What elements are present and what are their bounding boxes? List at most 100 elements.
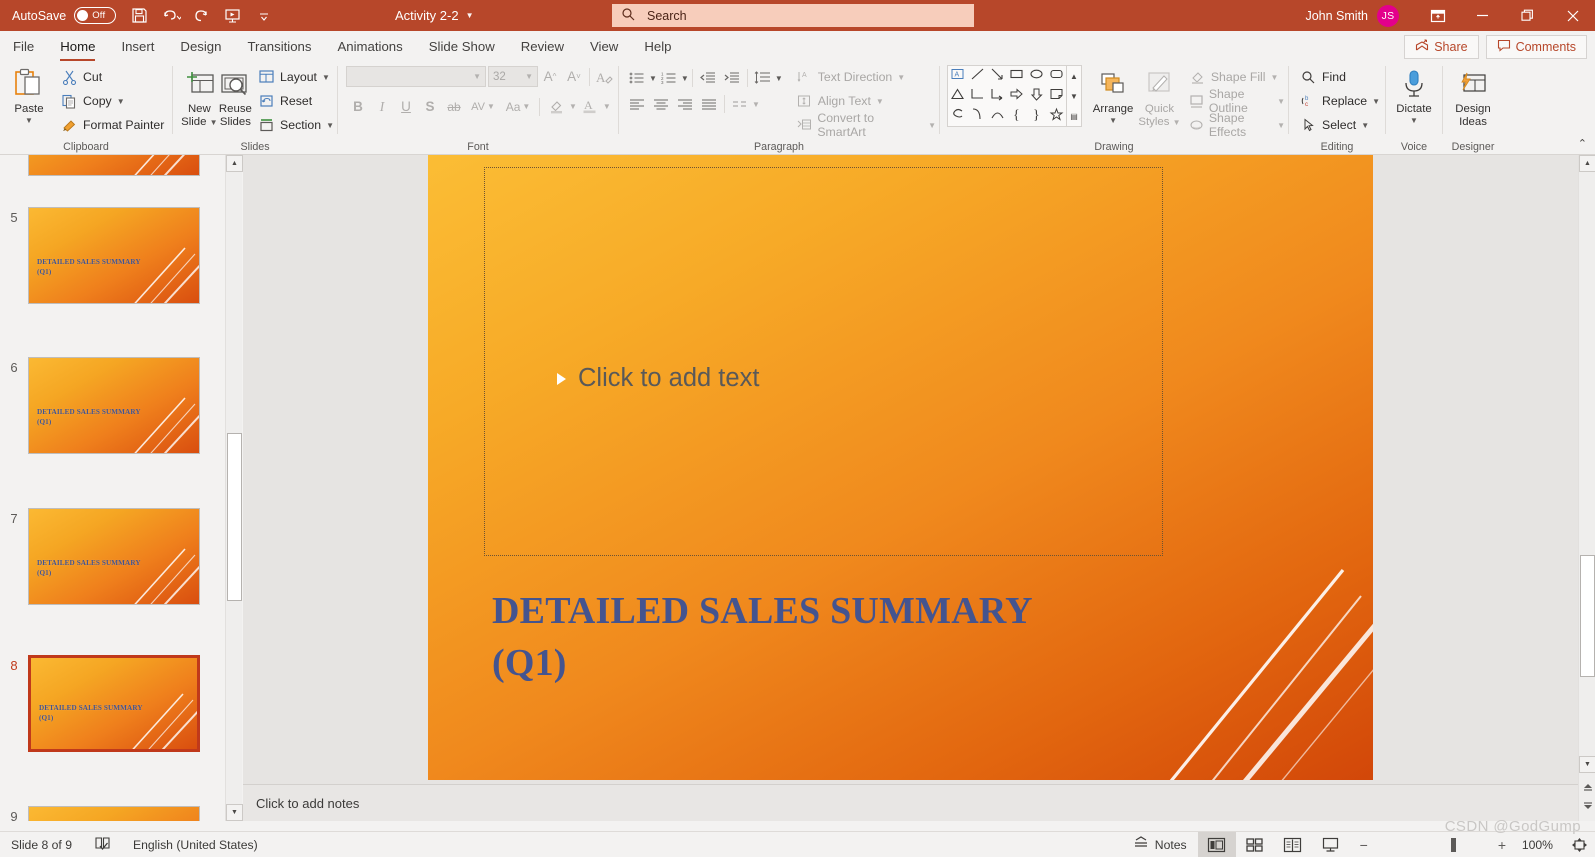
clear-formatting-button[interactable]: A	[593, 65, 617, 88]
line-spacing-button[interactable]	[751, 67, 775, 90]
thumbnail-image[interactable]: DETAILED SALES SUMMARY (Q1)	[28, 655, 200, 752]
text-highlight-color-button[interactable]	[543, 95, 569, 118]
section-dropdown-icon[interactable]: ▼	[326, 121, 334, 130]
right-brace-shape-icon[interactable]: }	[1029, 107, 1044, 126]
thumbnail-slide-4[interactable]: 4 FINANCIAL SUMMARY	[0, 155, 228, 176]
quick-styles-button[interactable]: Quick Styles ▼	[1137, 65, 1182, 129]
proofing-status[interactable]	[83, 832, 122, 857]
customize-qat-icon[interactable]	[249, 3, 278, 28]
cut-button[interactable]: Cut	[58, 65, 167, 89]
shape-effects-button[interactable]: Shape Effects ▼	[1186, 111, 1288, 139]
avatar[interactable]: JS	[1377, 4, 1399, 27]
down-arrow-block-icon[interactable]	[1029, 87, 1044, 106]
shapes-gallery[interactable]: A {}	[947, 65, 1067, 127]
shapes-gallery-scroll[interactable]: ▲ ▼ ▤	[1067, 65, 1082, 127]
reset-button[interactable]: Reset	[255, 89, 337, 113]
align-left-button[interactable]	[625, 93, 649, 116]
zoom-slider-handle[interactable]	[1450, 837, 1456, 852]
text-direction-button[interactable]: A Text Direction ▼	[793, 65, 939, 89]
thumbnail-slide-9[interactable]: 9	[0, 806, 228, 821]
elbow-arrow-connector-icon[interactable]	[990, 87, 1005, 106]
redo-icon[interactable]	[187, 3, 216, 28]
slide-editing-canvas[interactable]: Click to add text DETAILED SALES SUMMARY…	[243, 155, 1595, 821]
restore-button[interactable]	[1505, 0, 1550, 31]
close-button[interactable]	[1550, 0, 1595, 31]
tab-file[interactable]: File	[0, 32, 47, 61]
arrange-dropdown-icon[interactable]: ▼	[1109, 116, 1117, 125]
columns-button[interactable]	[728, 93, 752, 116]
thumbnail-scrollbar-thumb[interactable]	[227, 433, 242, 601]
zoom-control[interactable]: − + 100%	[1350, 837, 1563, 853]
bullets-dropdown-icon[interactable]: ▼	[649, 74, 657, 83]
select-dropdown-icon[interactable]: ▼	[1361, 121, 1369, 130]
shapes-more-icon[interactable]: ▤	[1067, 106, 1081, 126]
tab-insert[interactable]: Insert	[108, 32, 167, 61]
select-button[interactable]: Select ▼	[1297, 113, 1372, 137]
copy-button[interactable]: Copy ▼	[58, 89, 167, 113]
save-icon[interactable]	[125, 3, 154, 28]
textbox-shape-icon[interactable]: A	[950, 67, 965, 86]
increase-indent-button[interactable]	[720, 67, 744, 90]
reuse-slides-button[interactable]: Reuse Slides	[218, 65, 253, 128]
bullets-button[interactable]	[625, 67, 649, 90]
tab-transitions[interactable]: Transitions	[234, 32, 324, 61]
thumbnail-image[interactable]: DETAILED SALES SUMMARY (Q1)	[28, 207, 200, 304]
tab-help[interactable]: Help	[631, 32, 684, 61]
reading-view-button[interactable]	[1274, 832, 1312, 857]
change-case-button[interactable]: Aa ▼	[500, 95, 536, 118]
slide-indicator[interactable]: Slide 8 of 9	[0, 832, 83, 857]
thumbnail-image[interactable]: DETAILED SALES SUMMARY (Q1)	[28, 508, 200, 605]
canvas-scroll-up-button[interactable]: ▲	[1579, 155, 1595, 172]
tab-design[interactable]: Design	[167, 32, 234, 61]
align-center-button[interactable]	[649, 93, 673, 116]
tab-view[interactable]: View	[577, 32, 631, 61]
curve-shape-icon[interactable]	[970, 107, 985, 126]
font-color-button[interactable]: A	[577, 95, 603, 118]
shape-fill-dropdown-icon[interactable]: ▼	[1271, 73, 1279, 82]
folded-corner-shape-icon[interactable]	[1049, 87, 1064, 106]
slide-thumbnail-pane[interactable]: 4 FINANCIAL SUMMARY 5 DETAILED SALES SUM…	[0, 155, 243, 821]
canvas-scrollbar[interactable]: ▲ ▼	[1578, 155, 1595, 821]
section-button[interactable]: Section ▼	[255, 113, 337, 137]
bold-button[interactable]: B	[346, 95, 370, 118]
minimize-button[interactable]	[1460, 0, 1505, 31]
share-button[interactable]: Share	[1404, 35, 1479, 59]
language-indicator[interactable]: English (United States)	[122, 832, 269, 857]
font-size-dropdown-icon[interactable]: ▼	[525, 72, 533, 81]
design-ideas-button[interactable]: Design Ideas	[1447, 65, 1499, 128]
paste-button[interactable]: Paste ▼	[6, 65, 52, 125]
layout-dropdown-icon[interactable]: ▼	[322, 73, 330, 82]
content-placeholder-prompt[interactable]: Click to add text	[557, 364, 759, 393]
thumbnail-pane-scrollbar[interactable]: ▲ ▼	[225, 155, 243, 821]
normal-view-button[interactable]	[1197, 831, 1236, 857]
shape-fill-button[interactable]: Shape Fill ▼	[1186, 65, 1288, 89]
tab-home[interactable]: Home	[47, 32, 108, 61]
next-slide-button[interactable]	[1581, 799, 1595, 813]
replace-dropdown-icon[interactable]: ▼	[1372, 97, 1380, 106]
highlight-dropdown-icon[interactable]: ▼	[569, 102, 577, 111]
thumbnail-slide-7[interactable]: 7 DETAILED SALES SUMMARY (Q1)	[0, 508, 228, 605]
chevron-down-icon[interactable]: ▼	[466, 11, 474, 20]
slide-sorter-view-button[interactable]	[1236, 832, 1274, 857]
shapes-scroll-up-icon[interactable]: ▲	[1067, 66, 1081, 86]
dictate-dropdown-icon[interactable]: ▼	[1410, 116, 1418, 125]
rounded-rectangle-shape-icon[interactable]	[1049, 67, 1064, 86]
thumbnail-image[interactable]: DETAILED SALES SUMMARY (Q1)	[28, 357, 200, 454]
document-title-area[interactable]: Activity 2-2 ▼	[395, 0, 474, 31]
arrange-button[interactable]: Arrange ▼	[1089, 65, 1137, 125]
thumbnail-image[interactable]	[28, 806, 200, 821]
font-size-input[interactable]: 32 ▼	[488, 66, 538, 87]
zoom-slider[interactable]	[1377, 837, 1489, 852]
canvas-scrollbar-thumb[interactable]	[1580, 555, 1595, 677]
convert-to-smartart-button[interactable]: Convert to SmartArt ▼	[793, 111, 939, 139]
format-painter-button[interactable]: Format Painter	[58, 113, 167, 137]
scribble-shape-icon[interactable]	[950, 107, 965, 126]
font-name-input[interactable]: ▼	[346, 66, 486, 87]
justify-button[interactable]	[697, 93, 721, 116]
notes-button[interactable]: Notes	[1122, 832, 1198, 857]
right-arrow-block-icon[interactable]	[1009, 87, 1024, 106]
tab-slide-show[interactable]: Slide Show	[416, 32, 508, 61]
current-slide[interactable]: Click to add text DETAILED SALES SUMMARY…	[428, 155, 1373, 780]
elbow-connector-icon[interactable]	[970, 87, 985, 106]
star-shape-icon[interactable]	[1049, 107, 1064, 126]
